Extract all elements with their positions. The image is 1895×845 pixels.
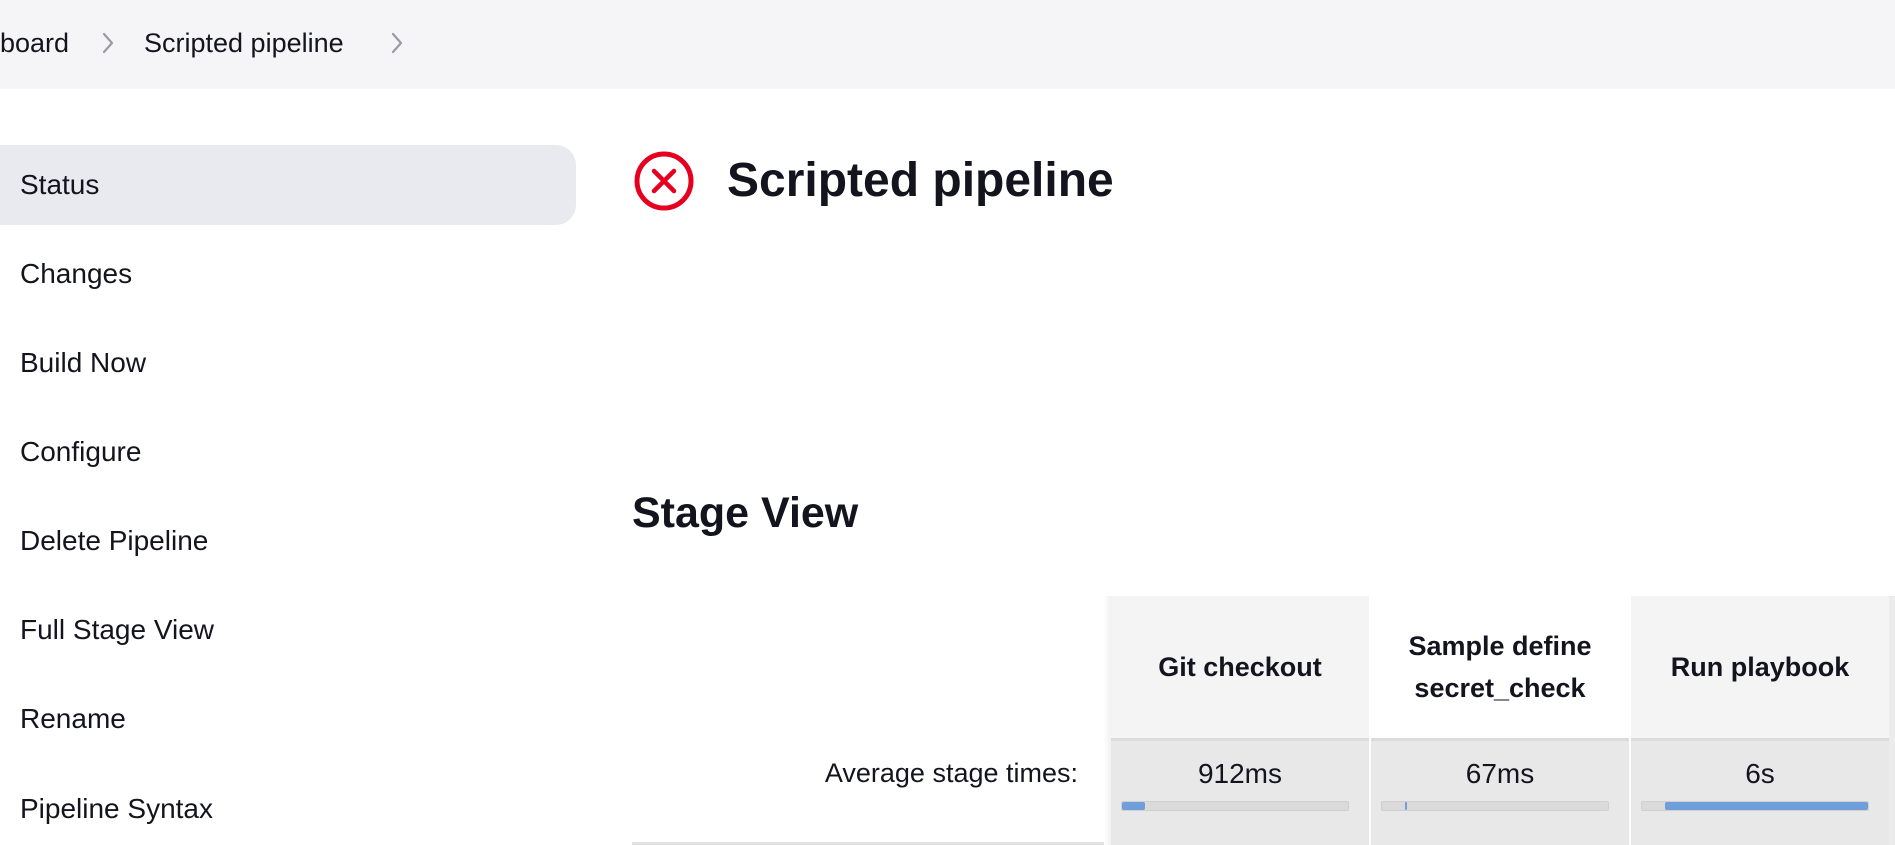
stage-column-git-checkout: Git checkout 912ms [1111, 596, 1369, 845]
sidebar-item-build-now[interactable]: Build Now [0, 323, 576, 403]
chevron-right-icon[interactable] [387, 30, 407, 56]
stage-table-edge [1889, 596, 1895, 845]
stage-view-title: Stage View [632, 489, 859, 537]
sidebar-item-pipeline-syntax[interactable]: Pipeline Syntax [0, 769, 576, 845]
sidebar-item-status[interactable]: Status [0, 145, 576, 225]
stage-time-progress-bar [1121, 801, 1349, 811]
stage-average-cell: 6s [1631, 738, 1889, 845]
stage-header: Run playbook [1631, 596, 1889, 738]
average-stage-times-label: Average stage times: [824, 758, 1078, 788]
stage-time-progress-bar [1641, 801, 1869, 811]
stage-average-time: 67ms [1465, 758, 1535, 789]
stage-time-progress-fill [1664, 802, 1868, 810]
stage-average-time: 6s [1745, 758, 1775, 789]
stage-column-run-playbook: Run playbook 6s [1631, 596, 1889, 845]
stage-time-progress-bar [1381, 801, 1609, 811]
stage-column-sample-define-secret-check: Sample define secret_check 67ms [1371, 596, 1629, 845]
sidebar-item-configure[interactable]: Configure [0, 412, 576, 492]
stage-average-cell: 67ms [1371, 738, 1629, 845]
failed-status-icon [632, 149, 696, 213]
sidebar-item-full-stage-view[interactable]: Full Stage View [0, 590, 576, 670]
average-stage-times-row: Average stage times: [632, 738, 1104, 845]
chevron-right-icon[interactable] [98, 30, 118, 56]
jenkins-pipeline-page: board Scripted pipeline Status Changes B… [0, 0, 1895, 845]
sidebar-item-rename[interactable]: Rename [0, 679, 576, 759]
breadcrumb: board Scripted pipeline [0, 0, 1895, 89]
stage-average-cell: 912ms [1111, 738, 1369, 845]
page-title: Scripted pipeline [727, 154, 1114, 207]
stage-header: Git checkout [1111, 596, 1369, 738]
sidebar-item-delete-pipeline[interactable]: Delete Pipeline [0, 501, 576, 581]
sidebar-item-changes[interactable]: Changes [0, 234, 576, 314]
breadcrumb-pipeline-link[interactable]: Scripted pipeline [144, 26, 344, 60]
stage-table-shadow [1104, 596, 1111, 845]
stage-time-progress-fill [1404, 802, 1407, 810]
stage-average-time: 912ms [1197, 758, 1283, 789]
stage-header: Sample define secret_check [1371, 596, 1629, 738]
breadcrumb-dashboard-link[interactable]: board [0, 26, 69, 60]
stage-time-progress-fill [1122, 802, 1145, 810]
